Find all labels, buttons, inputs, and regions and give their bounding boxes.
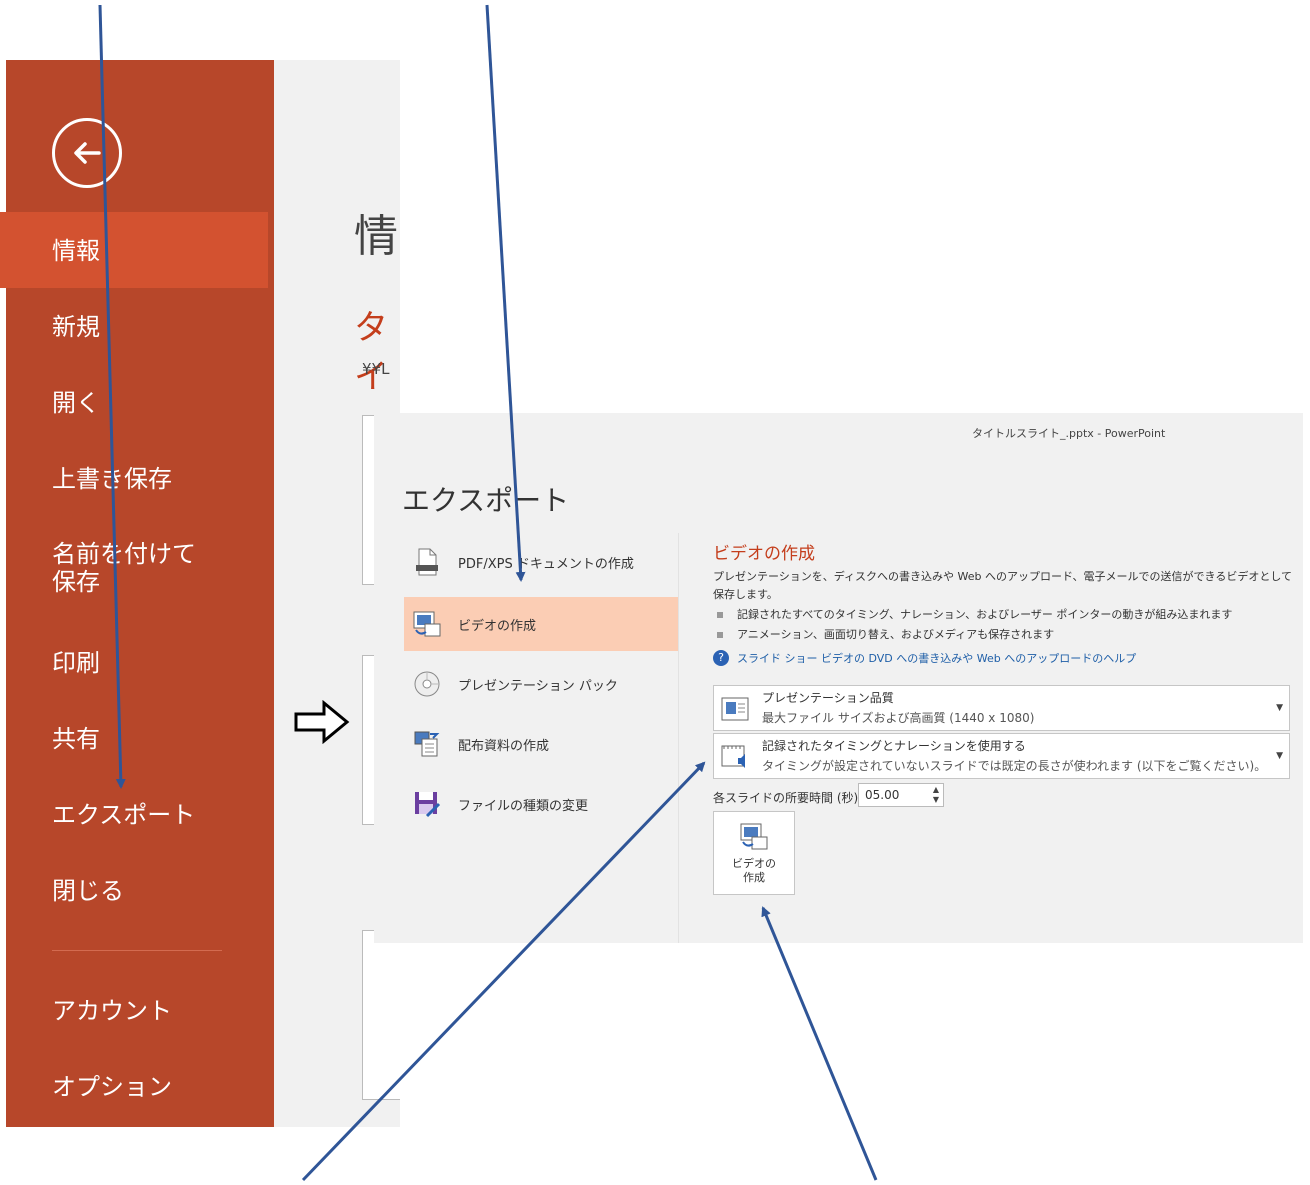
menu-label: 印刷 [52, 649, 100, 677]
menu-label: 新規 [52, 313, 100, 341]
create-video-button[interactable]: ビデオの 作成 [713, 811, 795, 895]
create-video-label: ビデオの 作成 [732, 857, 776, 884]
menu-share[interactable]: 共有 [0, 724, 268, 754]
help-link-text: スライド ショー ビデオの DVD への書き込みや Web へのアップロードのヘ… [737, 652, 1137, 665]
create-video-icon [740, 823, 768, 850]
pdf-document-icon [412, 547, 442, 577]
export-left-edge [374, 413, 400, 943]
quality-title: プレゼンテーション品質 [762, 691, 894, 705]
timing-narration-icon [721, 745, 745, 768]
menu-label: 閉じる [52, 877, 124, 905]
menu-info[interactable]: 情報 [0, 212, 268, 288]
help-icon: ? [713, 650, 729, 666]
chevron-down-icon: ▼ [1276, 751, 1283, 761]
menu-options[interactable]: オプション [0, 1072, 268, 1102]
menu-label: エクスポート [52, 801, 196, 829]
back-button[interactable] [52, 118, 122, 188]
cd-package-icon [412, 669, 442, 699]
bullet-item: 記録されたすべてのタイミング、ナレーション、およびレーザー ポインターの動きが組… [713, 604, 1293, 626]
menu-label: アカウント [52, 997, 172, 1025]
info-title: 情 [354, 211, 398, 262]
menu-label: 共有 [52, 725, 100, 753]
bullet-icon [717, 632, 723, 638]
chevron-down-icon: ▼ [1276, 703, 1283, 713]
menu-account[interactable]: アカウント [0, 996, 268, 1026]
video-pane: ビデオの作成 プレゼンテーションを、ディスクへの書き込みや Web へのアップロ… [713, 539, 1293, 666]
export-option-pdf[interactable]: PDF/XPS ドキュメントの作成 [404, 535, 678, 589]
bullet-item: アニメーション、画面切り替え、およびメディアも保存されます [713, 626, 1293, 644]
export-option-label: ファイルの種類の変更 [458, 798, 589, 814]
back-arrow-icon [74, 142, 101, 164]
save-as-type-icon [412, 789, 442, 819]
menu-new[interactable]: 新規 [0, 312, 268, 342]
arrow-to-create-button [761, 906, 878, 1181]
menu-open[interactable]: 開く [0, 388, 268, 418]
video-pane-description: プレゼンテーションを、ディスクへの書き込みや Web へのアップロード、電子メー… [713, 570, 1292, 601]
duration-value: 05.00 [865, 788, 900, 802]
video-icon [412, 609, 442, 639]
timing-dropdown[interactable]: 記録されたタイミングとナレーションを使用する タイミングが設定されていないスライ… [713, 733, 1290, 779]
bullet-text: アニメーション、画面切り替え、およびメディアも保存されます [737, 628, 1055, 641]
export-option-handout[interactable]: 配布資料の作成 [404, 717, 678, 771]
help-link[interactable]: ? スライド ショー ビデオの DVD への書き込みや Web へのアップロードの… [713, 650, 1293, 666]
export-option-label: 配布資料の作成 [458, 738, 550, 754]
export-screen: タイトルスライト_.pptx - PowerPoint エクスポート PDF/X… [374, 413, 1303, 943]
quality-detail: 最大ファイル サイズおよび高画質 (1440 x 1080) [762, 711, 1035, 725]
window-title: タイトルスライト_.pptx - PowerPoint [972, 427, 1166, 440]
video-pane-title: ビデオの作成 [713, 544, 815, 564]
export-option-label: PDF/XPS ドキュメントの作成 [458, 556, 634, 572]
menu-label: 名前を付けて 保存 [52, 540, 196, 596]
transition-arrow-icon [294, 700, 350, 744]
menu-divider [52, 950, 222, 951]
menu-label: 開く [52, 389, 100, 417]
export-heading: エクスポート [402, 484, 570, 517]
timing-detail: タイミングが設定されていないスライドでは既定の長さが使われます (以下をご覧くだ… [762, 759, 1262, 773]
menu-label: 上書き保存 [52, 465, 172, 493]
presentation-quality-icon [721, 697, 749, 721]
file-path: ¥¥L [362, 360, 390, 378]
duration-label: 各スライドの所要時間 (秒): [713, 791, 863, 805]
bullet-icon [717, 612, 723, 618]
menu-save-as[interactable]: 名前を付けて 保存 [0, 540, 200, 596]
info-card [362, 930, 400, 1100]
menu-print[interactable]: 印刷 [0, 648, 268, 678]
timing-title: 記録されたタイミングとナレーションを使用する [762, 739, 1026, 753]
spinner-arrows-icon[interactable]: ▲ ▼ [933, 785, 939, 805]
menu-label: 情報 [52, 237, 100, 265]
duration-input[interactable]: 05.00 ▲ ▼ [858, 783, 944, 807]
bullet-text: 記録されたすべてのタイミング、ナレーション、およびレーザー ポインターの動きが組… [737, 608, 1233, 621]
menu-label: オプション [52, 1073, 172, 1101]
menu-export[interactable]: エクスポート [0, 800, 268, 830]
export-option-video[interactable]: ビデオの作成 [404, 597, 678, 651]
export-option-label: ビデオの作成 [458, 618, 537, 634]
menu-save[interactable]: 上書き保存 [0, 464, 268, 494]
export-option-package[interactable]: プレゼンテーション パック [404, 657, 678, 711]
file-title: タイ [354, 308, 388, 397]
handout-icon [412, 729, 442, 759]
quality-dropdown[interactable]: プレゼンテーション品質 最大ファイル サイズおよび高画質 (1440 x 108… [713, 685, 1290, 731]
export-option-change-type[interactable]: ファイルの種類の変更 [404, 777, 678, 831]
pane-separator [678, 533, 679, 943]
menu-close[interactable]: 閉じる [0, 876, 268, 906]
export-option-label: プレゼンテーション パック [458, 678, 618, 694]
